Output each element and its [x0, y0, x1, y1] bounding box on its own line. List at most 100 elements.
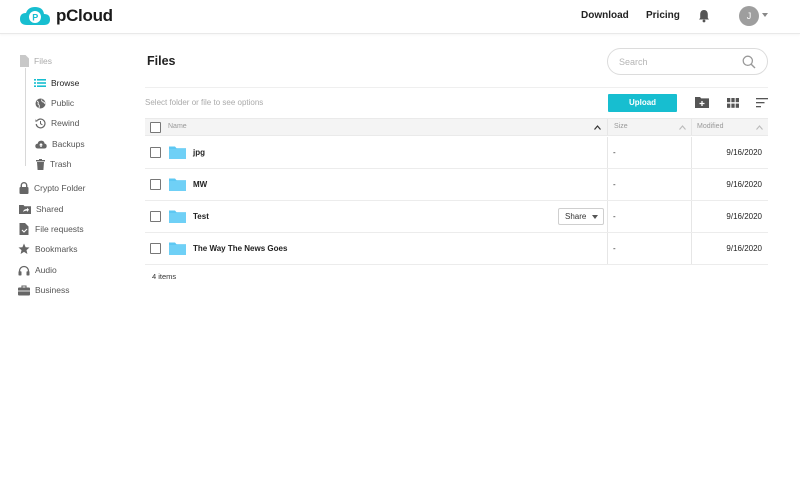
share-label: Share: [565, 212, 587, 221]
sidebar-item-label: Business: [35, 285, 70, 295]
column-header-size[interactable]: Size: [614, 123, 628, 130]
sidebar-item-label: Trash: [50, 159, 72, 169]
folder-icon: [169, 210, 186, 223]
sidebar-item-public[interactable]: Public: [35, 95, 74, 111]
file-modified: 9/16/2020: [726, 180, 762, 189]
search-placeholder: Search: [619, 57, 648, 67]
row-checkbox[interactable]: [150, 243, 161, 254]
table-row[interactable]: The Way The News Goes - 9/16/2020: [145, 233, 768, 265]
globe-icon: [35, 98, 46, 108]
column-divider: [607, 233, 608, 264]
sidebar-item-file-requests[interactable]: File requests: [19, 221, 84, 237]
item-count: 4 items: [152, 272, 177, 281]
file-modified: 9/16/2020: [726, 212, 762, 221]
sort-icon[interactable]: [756, 98, 768, 108]
table-row[interactable]: MW - 9/16/2020: [145, 169, 768, 201]
logo[interactable]: P pCloud: [18, 4, 113, 28]
column-header-name[interactable]: Name: [168, 123, 187, 130]
sidebar-item-rewind[interactable]: Rewind: [35, 115, 79, 131]
sidebar-item-label: Shared: [36, 204, 64, 214]
sort-icon-size[interactable]: [679, 125, 686, 130]
nav-download-link[interactable]: Download: [581, 10, 629, 21]
sidebar-item-crypto-folder[interactable]: Crypto Folder: [19, 180, 86, 196]
new-folder-icon[interactable]: [695, 96, 709, 108]
file-modified: 9/16/2020: [726, 148, 762, 157]
file-size: -: [613, 212, 616, 221]
selection-hint: Select folder or file to see options: [145, 98, 264, 107]
column-divider: [691, 169, 692, 200]
column-divider: [607, 119, 608, 135]
sidebar-item-shared[interactable]: Shared: [19, 201, 63, 217]
svg-text:P: P: [32, 13, 38, 23]
sidebar-item-label: Public: [51, 98, 75, 108]
table-row[interactable]: jpg - 9/16/2020: [145, 137, 768, 169]
sidebar-item-label: Rewind: [51, 118, 80, 128]
file-modified: 9/16/2020: [726, 244, 762, 253]
top-bar: P pCloud Download Pricing J: [0, 0, 800, 34]
logo-text: pCloud: [56, 6, 113, 25]
file-request-icon: [19, 223, 29, 235]
cloud-upload-icon: [35, 140, 47, 148]
sidebar-item-label: Backups: [52, 139, 85, 149]
sidebar-item-label: File requests: [35, 224, 84, 234]
folder-icon: [169, 146, 186, 159]
sidebar-item-bookmarks[interactable]: Bookmarks: [18, 241, 78, 257]
search-icon[interactable]: [742, 55, 756, 69]
column-divider: [691, 201, 692, 232]
row-checkbox[interactable]: [150, 179, 161, 190]
shared-folder-icon: [19, 205, 31, 214]
sidebar-item-browse[interactable]: Browse: [34, 75, 79, 91]
chevron-down-icon[interactable]: [762, 13, 768, 17]
trash-icon: [36, 158, 45, 170]
list-icon: [34, 79, 46, 87]
sidebar-tree-line: [25, 68, 26, 166]
share-button[interactable]: Share: [558, 208, 604, 225]
bell-icon[interactable]: [698, 9, 710, 23]
sidebar-item-backups[interactable]: Backups: [35, 136, 85, 152]
grid-view-icon[interactable]: [727, 98, 739, 108]
upload-button[interactable]: Upload: [608, 94, 677, 112]
table-row[interactable]: Test Share - 9/16/2020: [145, 201, 768, 233]
sidebar-item-audio[interactable]: Audio: [18, 262, 57, 278]
column-header-modified[interactable]: Modified: [697, 123, 723, 130]
file-name[interactable]: jpg: [193, 148, 205, 157]
headphones-icon: [18, 265, 30, 275]
file-icon: [20, 55, 29, 67]
file-size: -: [613, 244, 616, 253]
page-title: Files: [147, 54, 176, 68]
folder-icon: [169, 178, 186, 191]
sidebar-item-business[interactable]: Business: [18, 282, 70, 298]
sort-ascending-icon[interactable]: [594, 125, 601, 130]
row-checkbox[interactable]: [150, 147, 161, 158]
search-input[interactable]: Search: [607, 48, 768, 75]
select-all-checkbox[interactable]: [150, 122, 161, 133]
sidebar-item-files[interactable]: Files: [19, 53, 52, 69]
history-icon: [35, 117, 46, 128]
file-size: -: [613, 148, 616, 157]
column-divider: [607, 137, 608, 168]
chevron-down-icon: [592, 215, 598, 219]
column-divider: [607, 201, 608, 232]
sidebar-item-trash[interactable]: Trash: [36, 156, 71, 172]
star-icon: [18, 243, 30, 254]
sidebar-item-label: Bookmarks: [35, 244, 78, 254]
sort-icon-modified[interactable]: [756, 125, 763, 130]
lock-icon: [19, 182, 29, 194]
toolbar-divider: [145, 87, 768, 88]
pcloud-logo-icon: P: [20, 7, 50, 25]
file-name[interactable]: The Way The News Goes: [193, 244, 287, 253]
sidebar-item-label: Files: [34, 56, 52, 66]
row-checkbox[interactable]: [150, 211, 161, 222]
file-size: -: [613, 180, 616, 189]
folder-icon: [169, 242, 186, 255]
sidebar-item-label: Audio: [35, 265, 57, 275]
file-name[interactable]: MW: [193, 180, 207, 189]
avatar[interactable]: J: [739, 6, 759, 26]
nav-pricing-link[interactable]: Pricing: [646, 10, 680, 21]
column-divider: [691, 233, 692, 264]
sidebar-item-label: Crypto Folder: [34, 183, 86, 193]
sidebar-item-label: Browse: [51, 78, 80, 88]
column-divider: [607, 169, 608, 200]
column-divider: [691, 137, 692, 168]
file-name[interactable]: Test: [193, 212, 209, 221]
